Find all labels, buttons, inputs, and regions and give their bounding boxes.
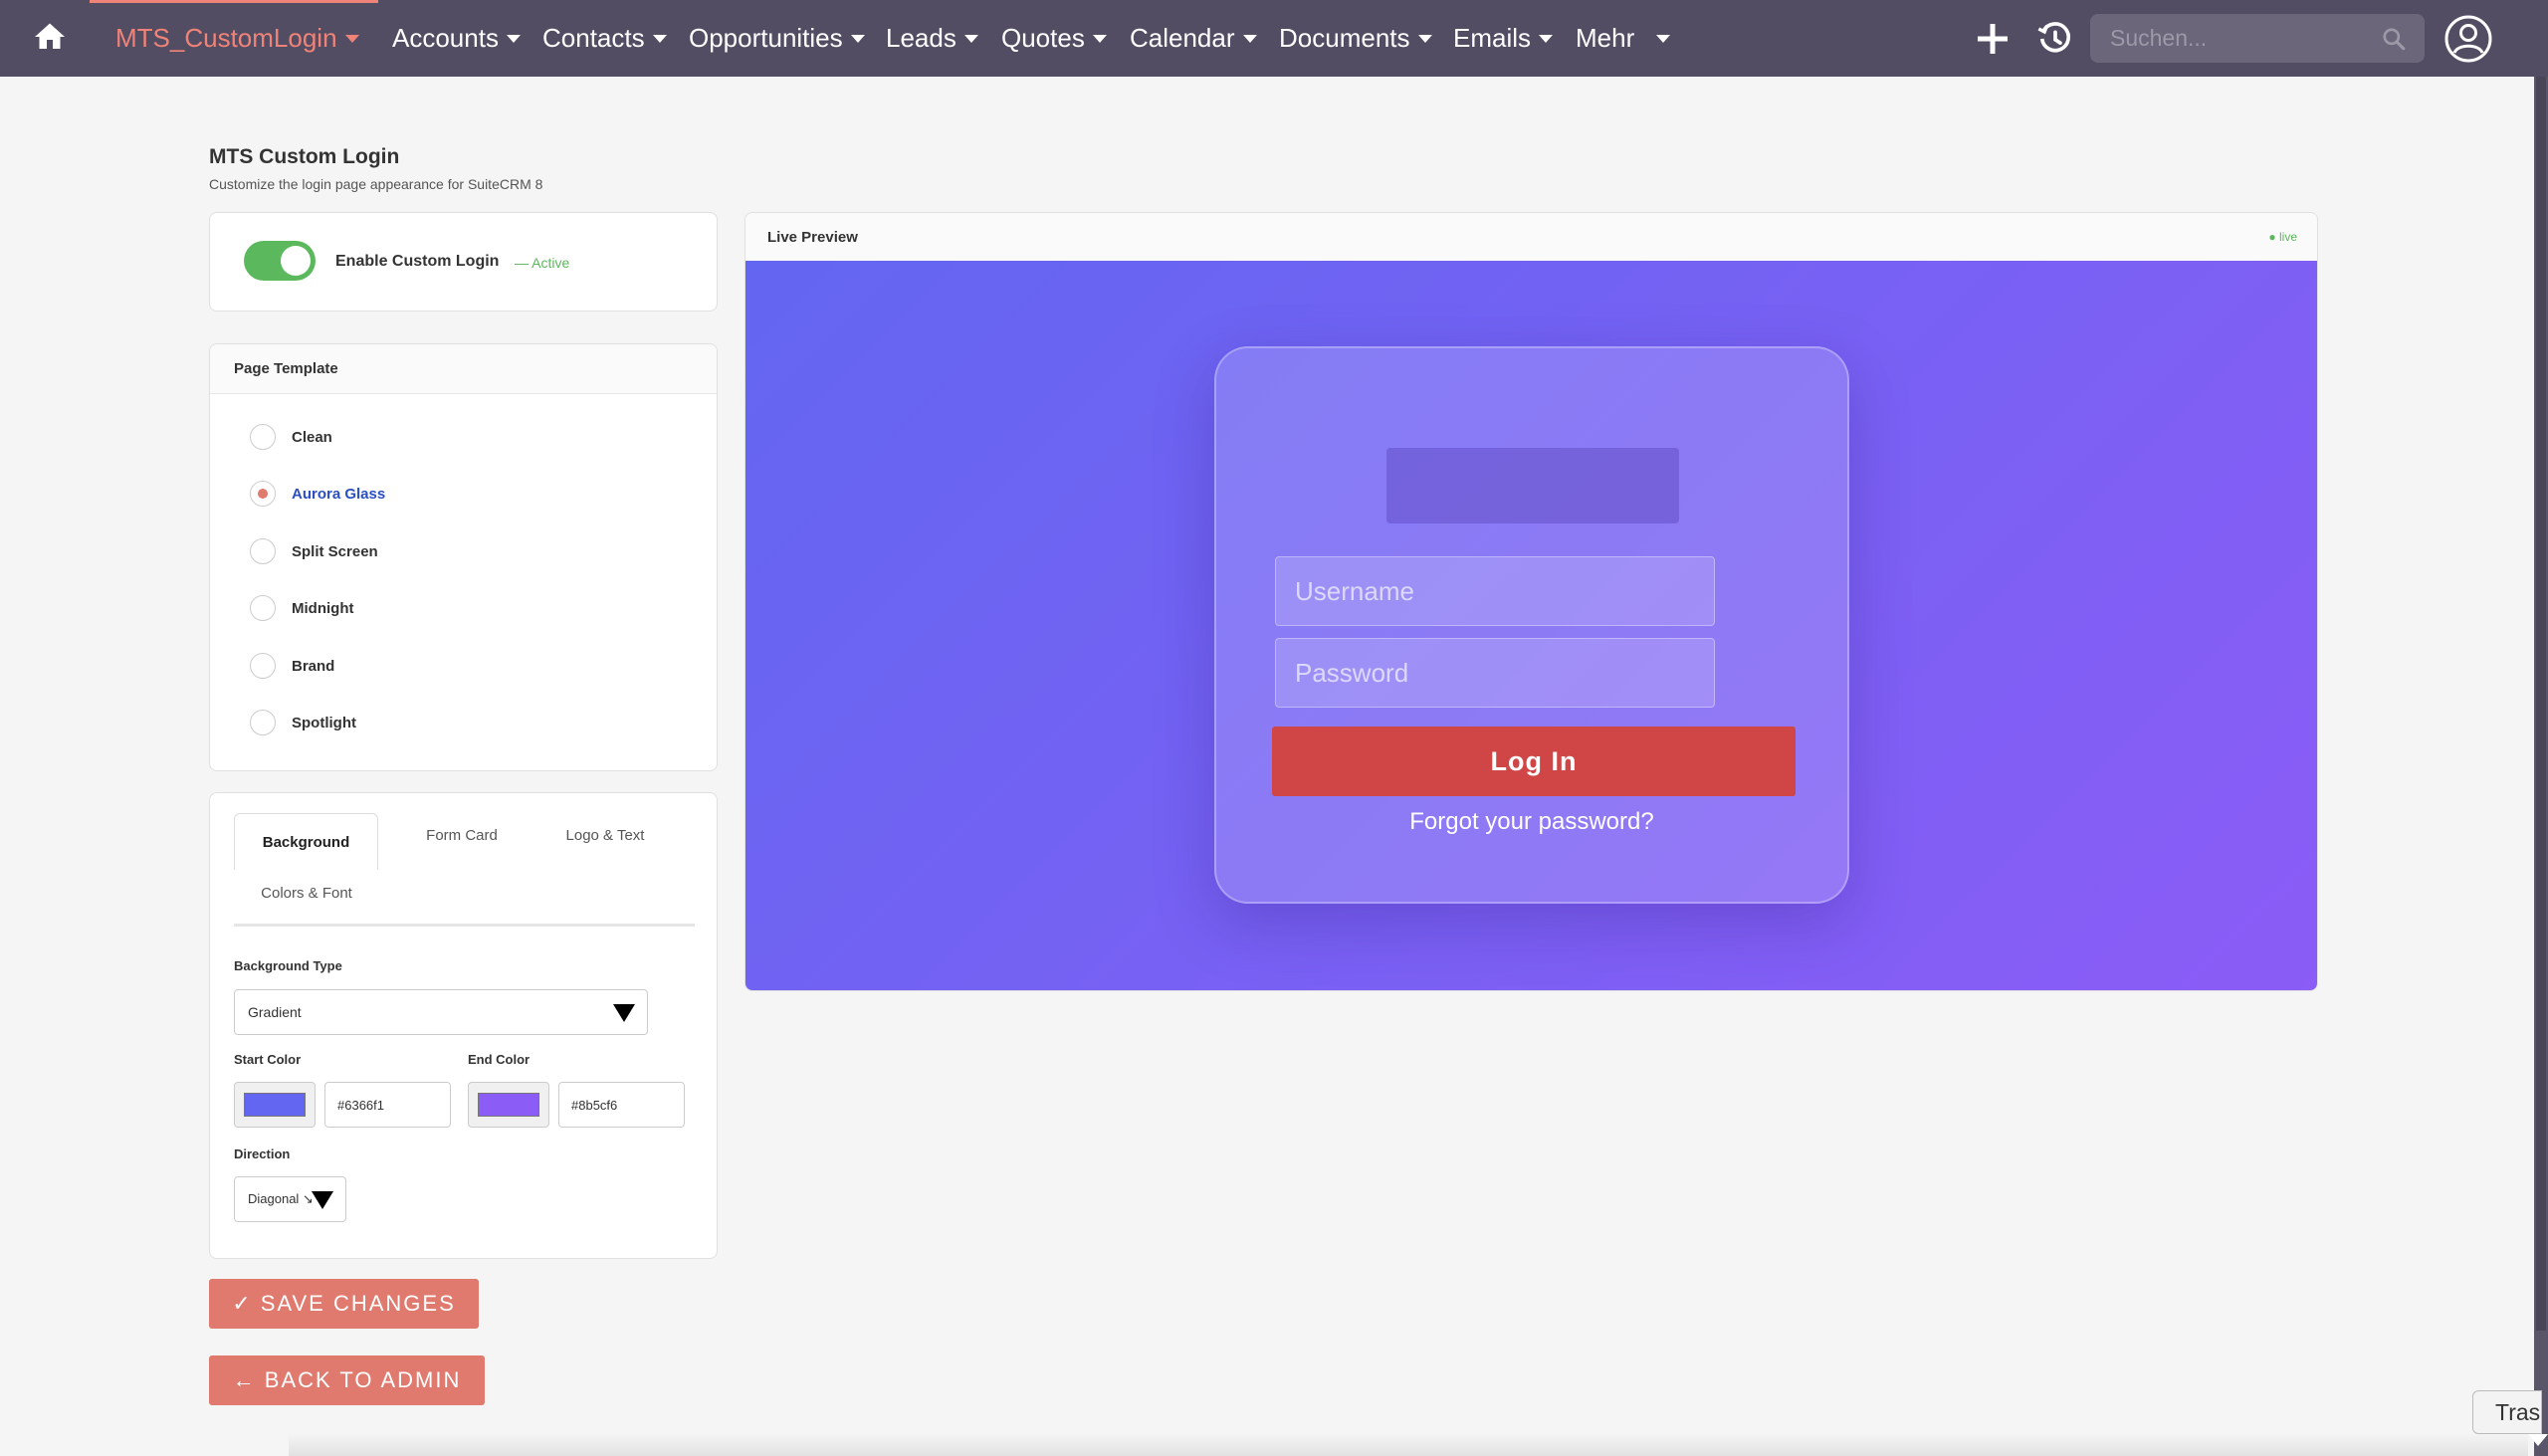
user-avatar-icon[interactable]	[2444, 15, 2492, 63]
page-subtitle: Customize the login page appearance for …	[209, 176, 543, 192]
preview-login-card: Log In Forgot your password?	[1214, 346, 1849, 904]
search-input[interactable]	[2108, 24, 2371, 53]
save-changes-button[interactable]: ✓ SAVE CHANGES	[209, 1279, 479, 1329]
template-option-split-screen[interactable]: Split Screen	[250, 536, 378, 566]
start-color-swatch	[244, 1093, 306, 1117]
nav-item-opportunities[interactable]: Opportunities	[689, 0, 865, 77]
template-option-aurora-glass[interactable]: Aurora Glass	[250, 479, 385, 509]
chevron-down-icon	[506, 34, 521, 43]
appearance-settings-panel: Background Form Card Logo & Text Colors …	[209, 792, 718, 1259]
nav-item-mehr[interactable]: Mehr	[1576, 0, 1671, 77]
page-scrollbar[interactable]	[2534, 77, 2548, 1456]
page-template-panel: Page Template Clean Aurora Glass Split S…	[209, 343, 718, 771]
radio-button[interactable]	[250, 538, 276, 564]
preview-background: Log In Forgot your password?	[745, 261, 2317, 990]
preview-login-button[interactable]: Log In	[1272, 727, 1796, 796]
chevron-down-icon	[1092, 34, 1107, 43]
direction-label: Direction	[234, 1146, 291, 1161]
toggle-label: Enable Custom Login	[335, 253, 500, 270]
back-to-admin-button[interactable]: ← BACK TO ADMIN	[209, 1355, 485, 1405]
trash-tooltip[interactable]: Trash	[2472, 1390, 2542, 1434]
tab-divider	[234, 924, 695, 927]
preview-forgot-password-link[interactable]: Forgot your password?	[1216, 808, 1847, 836]
footer-shadow	[289, 1433, 2528, 1456]
nav-item-mts-customlogin[interactable]: MTS_CustomLogin	[115, 0, 359, 77]
chevron-down-icon	[652, 34, 667, 43]
template-option-midnight[interactable]: Midnight	[250, 593, 353, 623]
background-type-select[interactable]: Gradient	[234, 989, 648, 1035]
scrollbar-thumb[interactable]	[2536, 77, 2546, 1331]
nav-item-leads[interactable]: Leads	[886, 0, 978, 77]
toggle-knob	[281, 246, 311, 276]
end-color-label: End Color	[468, 1052, 531, 1067]
radio-button-selected[interactable]	[250, 481, 276, 507]
background-type-label: Background Type	[234, 958, 342, 973]
radio-button[interactable]	[250, 710, 276, 735]
nav-item-calendar[interactable]: Calendar	[1130, 0, 1257, 77]
chevron-down-icon	[1242, 34, 1257, 43]
preview-password-input[interactable]	[1275, 638, 1715, 708]
tab-logo-text[interactable]: Logo & Text	[538, 815, 672, 855]
template-option-clean[interactable]: Clean	[250, 422, 332, 452]
template-option-spotlight[interactable]: Spotlight	[250, 708, 356, 737]
end-color-picker[interactable]	[468, 1082, 549, 1128]
enable-custom-login-toggle[interactable]	[244, 241, 316, 281]
start-color-label: Start Color	[234, 1052, 302, 1067]
chevron-down-icon	[963, 34, 978, 43]
nav-item-accounts[interactable]: Accounts	[392, 0, 521, 77]
history-icon[interactable]	[2035, 19, 2075, 59]
start-color-hex-input[interactable]	[324, 1082, 451, 1128]
live-preview-panel: Live Preview ● live Log In Forgot your p…	[744, 212, 2318, 991]
end-color-hex-input[interactable]	[558, 1082, 685, 1128]
radio-button[interactable]	[250, 653, 276, 679]
tooltip-arrow	[2528, 1434, 2548, 1446]
dropdown-arrow-icon	[312, 1191, 333, 1209]
page-template-heading: Page Template	[210, 344, 717, 394]
dropdown-arrow-icon	[613, 1004, 635, 1022]
end-color-swatch	[478, 1093, 539, 1117]
chevron-down-icon	[1539, 34, 1554, 43]
template-option-brand[interactable]: Brand	[250, 651, 334, 681]
tab-form-card[interactable]: Form Card	[399, 815, 525, 855]
search-icon[interactable]	[2381, 26, 2407, 52]
live-preview-header: Live Preview ● live	[745, 213, 2317, 262]
radio-button[interactable]	[250, 595, 276, 621]
live-badge: ● live	[2268, 230, 2297, 244]
chevron-down-icon	[850, 34, 865, 43]
preview-username-input[interactable]	[1275, 556, 1715, 626]
chevron-down-icon	[344, 34, 359, 43]
enable-custom-login-panel: Enable Custom Login — Active	[209, 212, 718, 312]
tab-colors-font[interactable]: Colors & Font	[234, 873, 379, 913]
top-navigation-bar: MTS_CustomLogin Accounts Contacts Opport…	[0, 0, 2548, 77]
tab-background[interactable]: Background	[234, 813, 378, 870]
logo-placeholder	[1386, 448, 1679, 523]
nav-item-quotes[interactable]: Quotes	[1001, 0, 1107, 77]
radio-button[interactable]	[250, 424, 276, 450]
toggle-status: — Active	[515, 255, 570, 271]
start-color-picker[interactable]	[234, 1082, 316, 1128]
global-search[interactable]	[2090, 14, 2425, 63]
chevron-down-icon	[1656, 34, 1671, 43]
page-title: MTS Custom Login	[209, 145, 400, 168]
direction-select[interactable]: Diagonal ↘	[234, 1176, 346, 1222]
plus-icon[interactable]	[1973, 19, 2013, 59]
live-preview-title: Live Preview	[767, 229, 858, 246]
nav-item-contacts[interactable]: Contacts	[542, 0, 667, 77]
chevron-down-icon	[1417, 34, 1432, 43]
home-icon[interactable]	[32, 19, 68, 55]
nav-item-documents[interactable]: Documents	[1279, 0, 1432, 77]
nav-item-emails[interactable]: Emails	[1453, 0, 1554, 77]
